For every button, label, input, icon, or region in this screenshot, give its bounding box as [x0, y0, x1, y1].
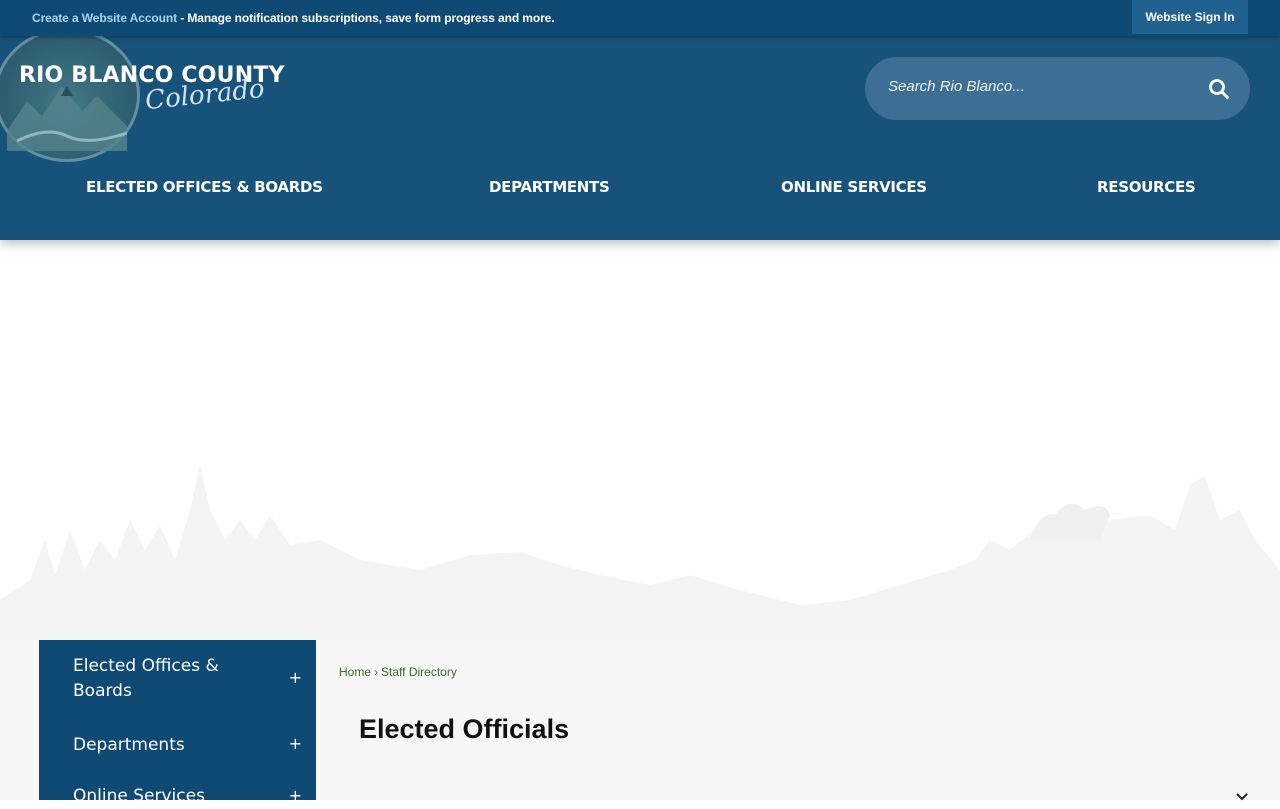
chevron-icon[interactable] [1235, 792, 1249, 802]
breadcrumb-separator: › [374, 665, 379, 679]
breadcrumb-home[interactable]: Home [339, 665, 371, 679]
sidebar-item-online-services[interactable]: Online Services [73, 784, 273, 809]
sidebar-expand-departments[interactable]: + [289, 734, 302, 753]
breadcrumb: Home › Staff Directory [339, 665, 457, 679]
search-icon[interactable] [1208, 78, 1230, 100]
nav-elected-offices[interactable]: ELECTED OFFICES & BOARDS [86, 178, 323, 196]
sidebar-item-elected-offices[interactable]: Elected Offices & Boards [73, 654, 233, 704]
sidebar-item-departments[interactable]: Departments [73, 733, 233, 758]
page-title: Elected Officials [359, 714, 570, 744]
search-input[interactable] [888, 78, 1188, 95]
nav-resources[interactable]: RESOURCES [1097, 178, 1196, 196]
sidebar-expand-elected-offices[interactable]: + [289, 668, 302, 687]
nav-departments[interactable]: DEPARTMENTS [489, 178, 610, 196]
site-header: RIO BLANCO COUNTY Colorado ELECTED OFFIC… [0, 28, 1280, 240]
banner-image [0, 240, 1280, 640]
breadcrumb-staff-directory[interactable]: Staff Directory [381, 665, 457, 679]
county-seal-logo[interactable] [0, 28, 140, 162]
account-promo-text: - Manage notification subscriptions, sav… [176, 11, 555, 25]
sidebar-expand-online-services[interactable]: + [289, 786, 302, 805]
create-account-link[interactable]: Create a Website Account [32, 11, 177, 25]
nav-online-services[interactable]: ONLINE SERVICES [781, 178, 927, 196]
sidebar-nav: Elected Offices & Boards + Departments +… [39, 640, 316, 806]
search-box [865, 57, 1250, 120]
account-promo: Create a Website Account - Manage notifi… [32, 11, 555, 25]
sign-in-button[interactable]: Website Sign In [1132, 0, 1248, 34]
utility-bar: Create a Website Account - Manage notifi… [0, 0, 1280, 36]
